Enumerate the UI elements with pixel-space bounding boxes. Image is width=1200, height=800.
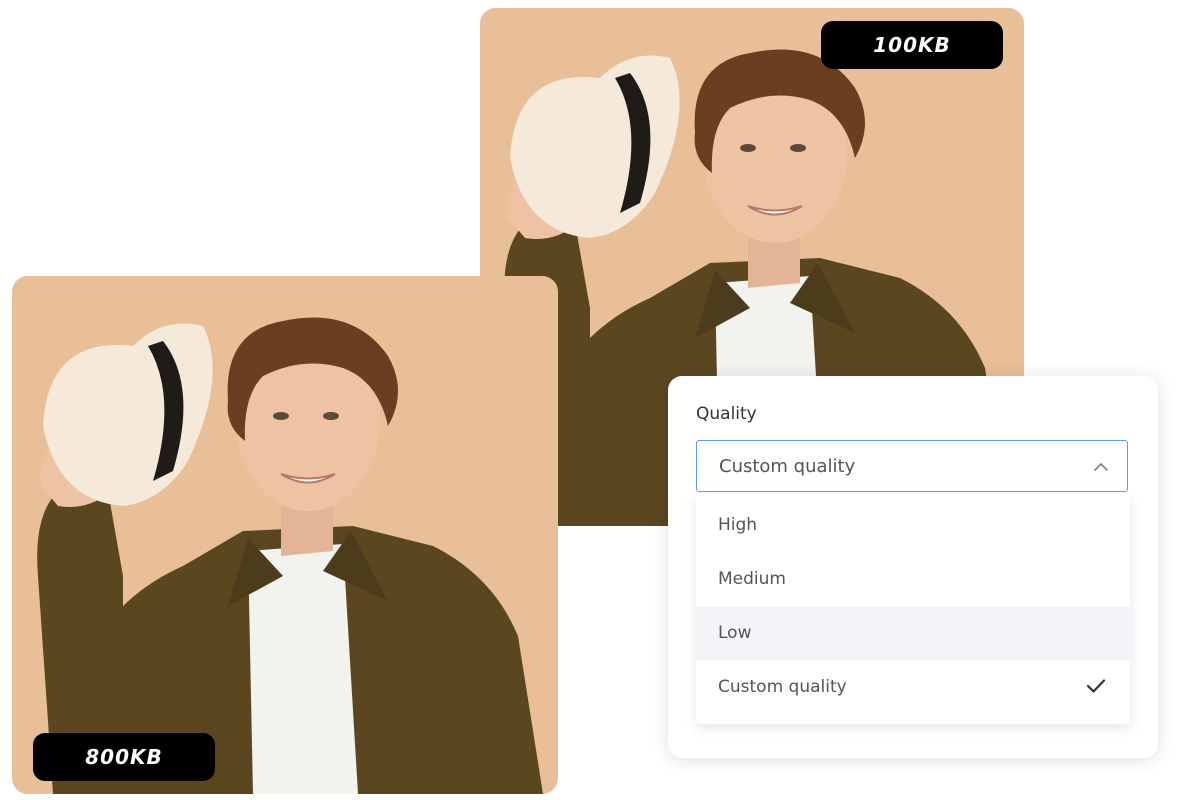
quality-option-label: Medium — [718, 569, 786, 589]
quality-option-high[interactable]: High — [696, 498, 1130, 552]
quality-option-custom[interactable]: Custom quality — [696, 660, 1130, 714]
quality-label: Quality — [696, 404, 757, 424]
chevron-up-icon[interactable] — [1093, 459, 1109, 475]
original-image-preview — [12, 276, 558, 794]
original-size-badge: 800KB — [33, 733, 215, 781]
quality-option-medium[interactable]: Medium — [696, 552, 1130, 606]
checkmark-icon — [1086, 679, 1106, 693]
quality-option-label: High — [718, 515, 758, 535]
quality-option-label: Custom quality — [718, 677, 847, 697]
quality-option-label: Low — [718, 623, 752, 643]
portrait-photo-original — [12, 276, 558, 794]
quality-option-low[interactable]: Low — [696, 606, 1130, 660]
quality-options-dropdown: High Medium Low Custom quality — [696, 494, 1130, 724]
quality-select-value: Custom quality — [719, 455, 856, 477]
compressed-size-badge: 100KB — [821, 21, 1003, 69]
quality-select[interactable]: Custom quality — [696, 440, 1128, 492]
quality-panel: Quality Custom quality High Medium Low C… — [668, 376, 1158, 758]
